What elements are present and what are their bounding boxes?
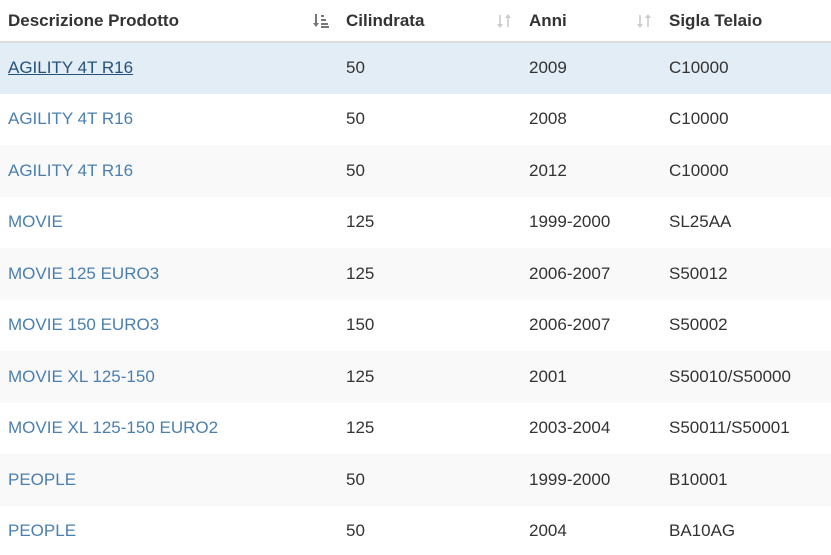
cell-anni: 1999-2000	[521, 454, 661, 506]
header-row: Descrizione Prodotto Cilindrata Anni Sig…	[0, 0, 831, 43]
cell-cilindrata: 50	[338, 505, 521, 555]
cell-sigla: S50011/S50001	[661, 402, 831, 454]
cell-anni: 2008	[521, 93, 661, 145]
cell-cilindrata: 125	[338, 402, 521, 454]
cell-anni: 2003-2004	[521, 402, 661, 454]
cell-anni: 2012	[521, 145, 661, 197]
cell-cilindrata: 50	[338, 42, 521, 94]
cell-sigla: C10000	[661, 145, 831, 197]
cell-sigla: C10000	[661, 93, 831, 145]
product-link[interactable]: PEOPLE	[8, 470, 76, 489]
product-link[interactable]: MOVIE 125 EURO3	[8, 264, 159, 283]
cell-sigla: S50002	[661, 299, 831, 351]
product-link[interactable]: AGILITY 4T R16	[8, 58, 133, 77]
cell-sigla: S50010/S50000	[661, 351, 831, 403]
column-header-sigla[interactable]: Sigla Telaio	[661, 0, 831, 43]
cell-cilindrata: 125	[338, 351, 521, 403]
product-link[interactable]: AGILITY 4T R16	[8, 161, 133, 180]
cell-descrizione[interactable]: PEOPLE	[0, 454, 338, 506]
cell-cilindrata: 50	[338, 93, 521, 145]
table-row[interactable]: MOVIE XL 125-150 EURO2 125 2003-2004 S50…	[0, 402, 831, 454]
cell-descrizione[interactable]: MOVIE XL 125-150 EURO2	[0, 402, 338, 454]
sort-both-icon[interactable]	[495, 12, 513, 30]
cell-sigla: C10000	[661, 42, 831, 94]
table-row[interactable]: PEOPLE 50 1999-2000 B10001	[0, 454, 831, 506]
cell-cilindrata: 50	[338, 145, 521, 197]
table-row[interactable]: MOVIE 125 1999-2000 SL25AA	[0, 196, 831, 248]
column-header-cilindrata[interactable]: Cilindrata	[338, 0, 521, 43]
cell-descrizione[interactable]: AGILITY 4T R16	[0, 93, 338, 145]
table-row[interactable]: PEOPLE 50 2004 BA10AG	[0, 505, 831, 555]
column-header-descrizione[interactable]: Descrizione Prodotto	[0, 0, 338, 43]
cell-cilindrata: 125	[338, 196, 521, 248]
cell-anni: 2004	[521, 505, 661, 555]
cell-anni: 2006-2007	[521, 248, 661, 300]
product-link[interactable]: MOVIE 150 EURO3	[8, 315, 159, 334]
column-header-label: Anni	[529, 10, 567, 30]
table-row[interactable]: AGILITY 4T R16 50 2012 C10000	[0, 145, 831, 197]
cell-descrizione[interactable]: PEOPLE	[0, 505, 338, 555]
cell-descrizione[interactable]: MOVIE 150 EURO3	[0, 299, 338, 351]
column-header-label: Cilindrata	[346, 10, 425, 30]
column-header-anni[interactable]: Anni	[521, 0, 661, 43]
table-row[interactable]: MOVIE 150 EURO3 150 2006-2007 S50002	[0, 299, 831, 351]
cell-sigla: S50012	[661, 248, 831, 300]
table-body: AGILITY 4T R16 50 2009 C10000 AGILITY 4T…	[0, 42, 831, 555]
cell-anni: 2001	[521, 351, 661, 403]
cell-descrizione[interactable]: AGILITY 4T R16	[0, 145, 338, 197]
cell-descrizione[interactable]: MOVIE	[0, 196, 338, 248]
product-link[interactable]: MOVIE XL 125-150	[8, 367, 155, 386]
cell-cilindrata: 150	[338, 299, 521, 351]
sort-both-icon[interactable]	[635, 12, 653, 30]
table-row[interactable]: MOVIE 125 EURO3 125 2006-2007 S50012	[0, 248, 831, 300]
cell-sigla: BA10AG	[661, 505, 831, 555]
cell-descrizione[interactable]: MOVIE 125 EURO3	[0, 248, 338, 300]
cell-anni: 2006-2007	[521, 299, 661, 351]
cell-anni: 2009	[521, 42, 661, 94]
product-link[interactable]: PEOPLE	[8, 521, 76, 540]
cell-cilindrata: 125	[338, 248, 521, 300]
column-header-label: Sigla Telaio	[669, 10, 763, 30]
cell-anni: 1999-2000	[521, 196, 661, 248]
cell-sigla: SL25AA	[661, 196, 831, 248]
product-link[interactable]: MOVIE XL 125-150 EURO2	[8, 418, 218, 437]
sort-amount-desc-icon[interactable]	[312, 12, 330, 30]
table-row[interactable]: AGILITY 4T R16 50 2008 C10000	[0, 93, 831, 145]
vehicle-table: Descrizione Prodotto Cilindrata Anni Sig…	[0, 0, 831, 555]
table-header: Descrizione Prodotto Cilindrata Anni Sig…	[0, 0, 831, 43]
column-header-label: Descrizione Prodotto	[8, 10, 179, 30]
cell-descrizione[interactable]: AGILITY 4T R16	[0, 42, 338, 94]
table-row[interactable]: AGILITY 4T R16 50 2009 C10000	[0, 42, 831, 94]
cell-cilindrata: 50	[338, 454, 521, 506]
product-link[interactable]: AGILITY 4T R16	[8, 109, 133, 128]
cell-descrizione[interactable]: MOVIE XL 125-150	[0, 351, 338, 403]
product-link[interactable]: MOVIE	[8, 212, 63, 231]
table-row[interactable]: MOVIE XL 125-150 125 2001 S50010/S50000	[0, 351, 831, 403]
cell-sigla: B10001	[661, 454, 831, 506]
